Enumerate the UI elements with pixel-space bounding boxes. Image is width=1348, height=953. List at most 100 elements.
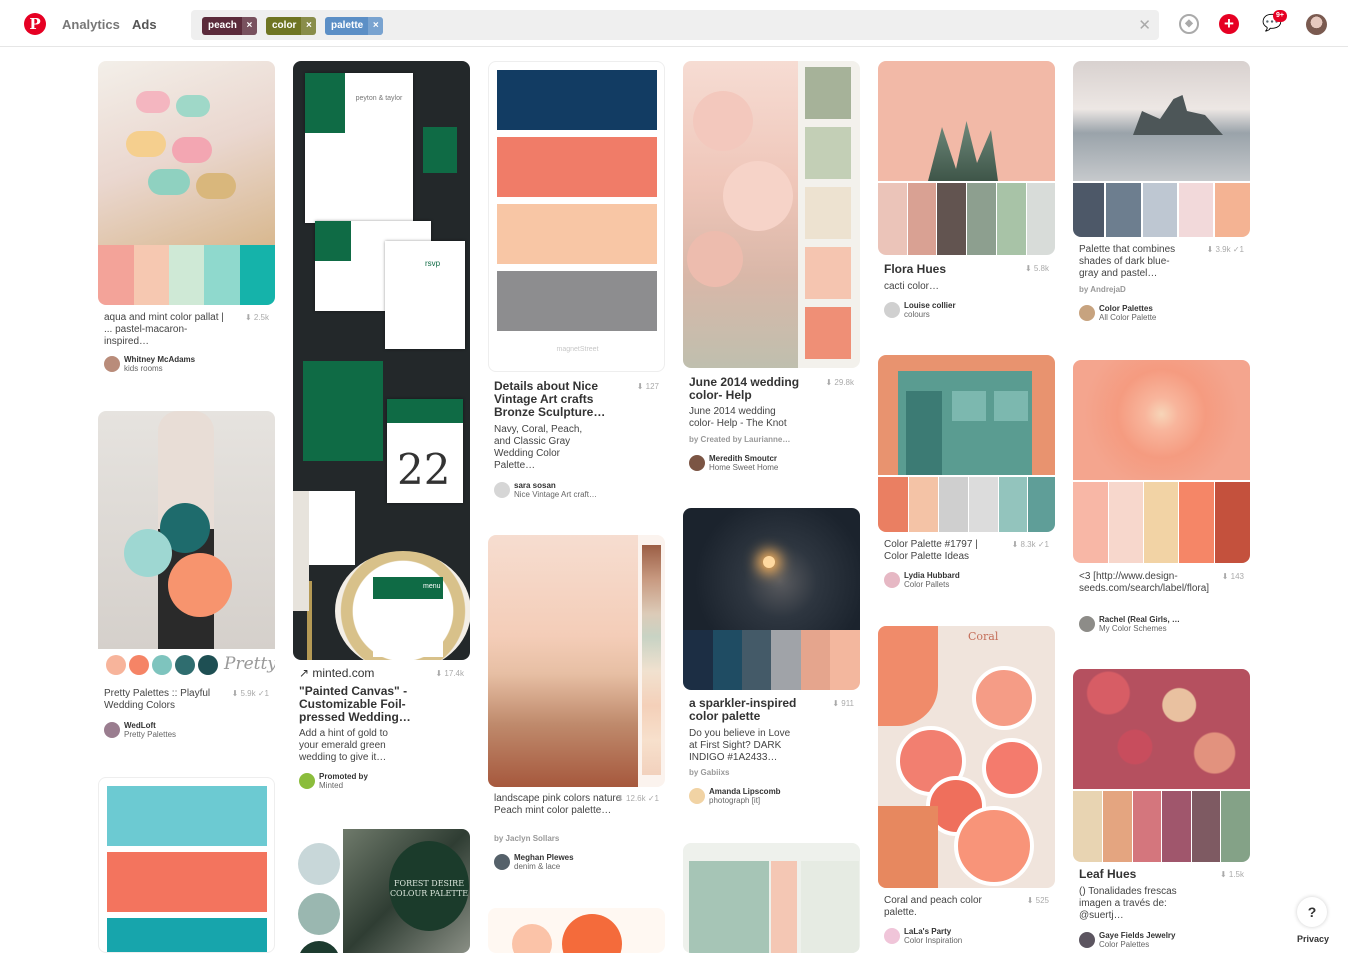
invite-menu: menu <box>423 583 441 590</box>
user-avatar[interactable] <box>1079 616 1095 632</box>
pin-user[interactable]: WedLoft Pretty Palettes <box>104 721 274 741</box>
pin-title[interactable]: Details about Nice Vintage Art crafts Br… <box>494 380 614 419</box>
pin-save-count: ⬇ 911 <box>832 699 854 708</box>
coral-label: Coral <box>968 630 999 643</box>
pin-user[interactable]: Color Palettes All Color Palette <box>1079 304 1249 324</box>
user-avatar[interactable] <box>884 928 900 944</box>
user-avatar[interactable] <box>884 302 900 318</box>
pin-image[interactable] <box>98 777 275 953</box>
remove-tag-icon[interactable]: × <box>241 17 257 35</box>
pin-save-count: ⬇ 525 <box>1026 896 1049 905</box>
pin-image[interactable]: Pretty <box>98 411 275 681</box>
pin-user[interactable]: Amanda Lipscomb photograph [it] <box>689 787 859 807</box>
pin-save-count: ⬇ 143 <box>1221 572 1244 581</box>
top-bar: P Analytics Ads peach × color × palette × ✕… <box>0 0 1348 47</box>
pin-user[interactable]: Meghan Plewes denim & lace <box>494 853 664 873</box>
pin-image[interactable]: Coral <box>878 626 1055 888</box>
privacy-link[interactable]: Privacy <box>1297 934 1329 944</box>
pin-user[interactable]: sara sosan Nice Vintage Art craft… <box>494 481 664 501</box>
invite-number: 22 <box>397 445 451 494</box>
clear-search-icon[interactable]: ✕ <box>1138 16 1151 34</box>
pin-description: Add a hint of gold to your emerald green… <box>299 728 388 763</box>
pin-save-count: ⬇ 5.8k <box>1024 264 1049 273</box>
pin-image[interactable] <box>878 61 1055 255</box>
pin-save-count: ⬇ 5.9k ✓1 <box>231 689 269 698</box>
pin-description: landscape pink colors nature Peach mint … <box>494 793 622 816</box>
pin-description: Do you believe in Love at First Sight? D… <box>689 728 791 763</box>
pretty-palettes-logo: Pretty <box>224 654 275 674</box>
user-avatar[interactable] <box>104 722 120 738</box>
pin-image[interactable] <box>683 61 860 368</box>
user-avatar[interactable] <box>494 854 510 870</box>
pin-user[interactable]: Rachel (Real Girls, … My Color Schemes <box>1079 615 1249 635</box>
pin-save-count: ⬇ 12.6k ✓1 <box>617 794 659 803</box>
pin-user[interactable]: Louise collier colours <box>884 301 1054 321</box>
minted-logo-icon[interactable] <box>299 773 315 789</box>
pinterest-logo-icon[interactable]: P <box>24 13 46 35</box>
forest-palette-label: FOREST DESIRE COLOUR PALETTE <box>389 879 469 898</box>
pin-description: Coral and peach color palette. <box>884 895 982 918</box>
pin-user[interactable]: Gaye Fields Jewelry Color Palettes <box>1079 931 1249 951</box>
pin-save-count: ⬇ 127 <box>636 382 659 391</box>
pin-save-count: ⬇ 3.9k ✓1 <box>1206 245 1244 254</box>
pin-user[interactable]: Meredith Smoutcr Home Sweet Home <box>689 454 859 474</box>
magnetstreet-watermark: magnetStreet <box>556 346 599 353</box>
pin-image[interactable]: peyton & taylor rsvp 22 menu <box>293 61 470 660</box>
profile-avatar[interactable] <box>1306 14 1327 35</box>
notification-badge: 9+ <box>1273 10 1287 22</box>
search-bar[interactable]: peach × color × palette × ✕ <box>191 10 1159 40</box>
pin-image[interactable] <box>1073 61 1250 237</box>
pin-user[interactable]: Lydia Hubbard Color Pallets <box>884 571 1054 591</box>
pin-title[interactable]: a sparkler-inspired color palette <box>689 697 809 723</box>
user-avatar[interactable] <box>884 572 900 588</box>
search-tag-color[interactable]: color × <box>266 17 317 35</box>
pin-description: aqua and mint color pallat | ... pastel-… <box>104 312 224 347</box>
pin-save-count: ⬇ 8.3k ✓1 <box>1011 540 1049 549</box>
invite-names: peyton & taylor <box>355 95 403 102</box>
pin-image[interactable] <box>683 508 860 690</box>
pin-user[interactable]: LaLa's Party Color Inspiration <box>884 927 1054 947</box>
pin-image[interactable] <box>98 61 275 305</box>
pin-author[interactable]: by Gabiixs <box>689 768 729 777</box>
remove-tag-icon[interactable]: × <box>368 17 384 35</box>
user-avatar[interactable] <box>689 788 705 804</box>
pin-title[interactable]: Leaf Hues <box>1079 868 1207 881</box>
user-avatar[interactable] <box>104 356 120 372</box>
pin-description: cacti color… <box>884 281 940 292</box>
pin-user[interactable]: Promoted by Minted <box>299 772 469 792</box>
user-avatar[interactable] <box>494 482 510 498</box>
explore-compass-icon[interactable]: ◆ <box>1179 14 1199 34</box>
pin-author[interactable]: by Created by Laurianne… <box>689 435 790 444</box>
pin-image[interactable]: magnetStreet <box>488 61 665 372</box>
user-avatar[interactable] <box>1079 932 1095 948</box>
pin-description: <3 [http://www.design-seeds.com/search/l… <box>1079 571 1210 594</box>
search-tag-peach[interactable]: peach × <box>202 17 257 35</box>
user-avatar[interactable] <box>689 455 705 471</box>
user-avatar[interactable] <box>1079 305 1095 321</box>
nav-analytics[interactable]: Analytics <box>62 17 120 32</box>
pin-user[interactable]: Whitney McAdams kids rooms <box>104 355 274 375</box>
pin-title[interactable]: "Painted Canvas" - Customizable Foil-pre… <box>299 685 419 724</box>
remove-tag-icon[interactable]: × <box>301 17 317 35</box>
pin-save-count: ⬇ 2.5k <box>244 313 269 322</box>
pin-image[interactable] <box>1073 669 1250 862</box>
pin-source-link[interactable]: ↗ minted.com <box>299 666 374 680</box>
pin-author[interactable]: by Jaclyn Sollars <box>494 834 559 843</box>
pin-image[interactable] <box>488 535 665 787</box>
pin-title[interactable]: Flora Hues <box>884 263 1012 276</box>
search-tag-palette[interactable]: palette × <box>325 17 384 35</box>
pin-image[interactable] <box>488 908 665 953</box>
pin-save-count: ⬇ 1.5k <box>1219 870 1244 879</box>
pin-description: June 2014 wedding color- Help - The Knot <box>689 406 787 429</box>
nav-ads[interactable]: Ads <box>132 17 157 32</box>
pin-author[interactable]: by AndrejaD <box>1079 285 1126 294</box>
pin-image[interactable]: FOREST DESIRE COLOUR PALETTE <box>293 829 470 953</box>
pin-save-count: ⬇ 17.4k <box>435 669 465 678</box>
pin-save-count: ⬇ 29.8k <box>825 378 855 387</box>
add-pin-icon[interactable]: + <box>1219 14 1239 34</box>
pin-image[interactable] <box>1073 360 1250 563</box>
pin-title[interactable]: June 2014 wedding color- Help <box>689 376 809 402</box>
pin-image[interactable] <box>683 843 860 953</box>
help-button[interactable]: ? <box>1297 897 1327 927</box>
pin-image[interactable] <box>878 355 1055 532</box>
